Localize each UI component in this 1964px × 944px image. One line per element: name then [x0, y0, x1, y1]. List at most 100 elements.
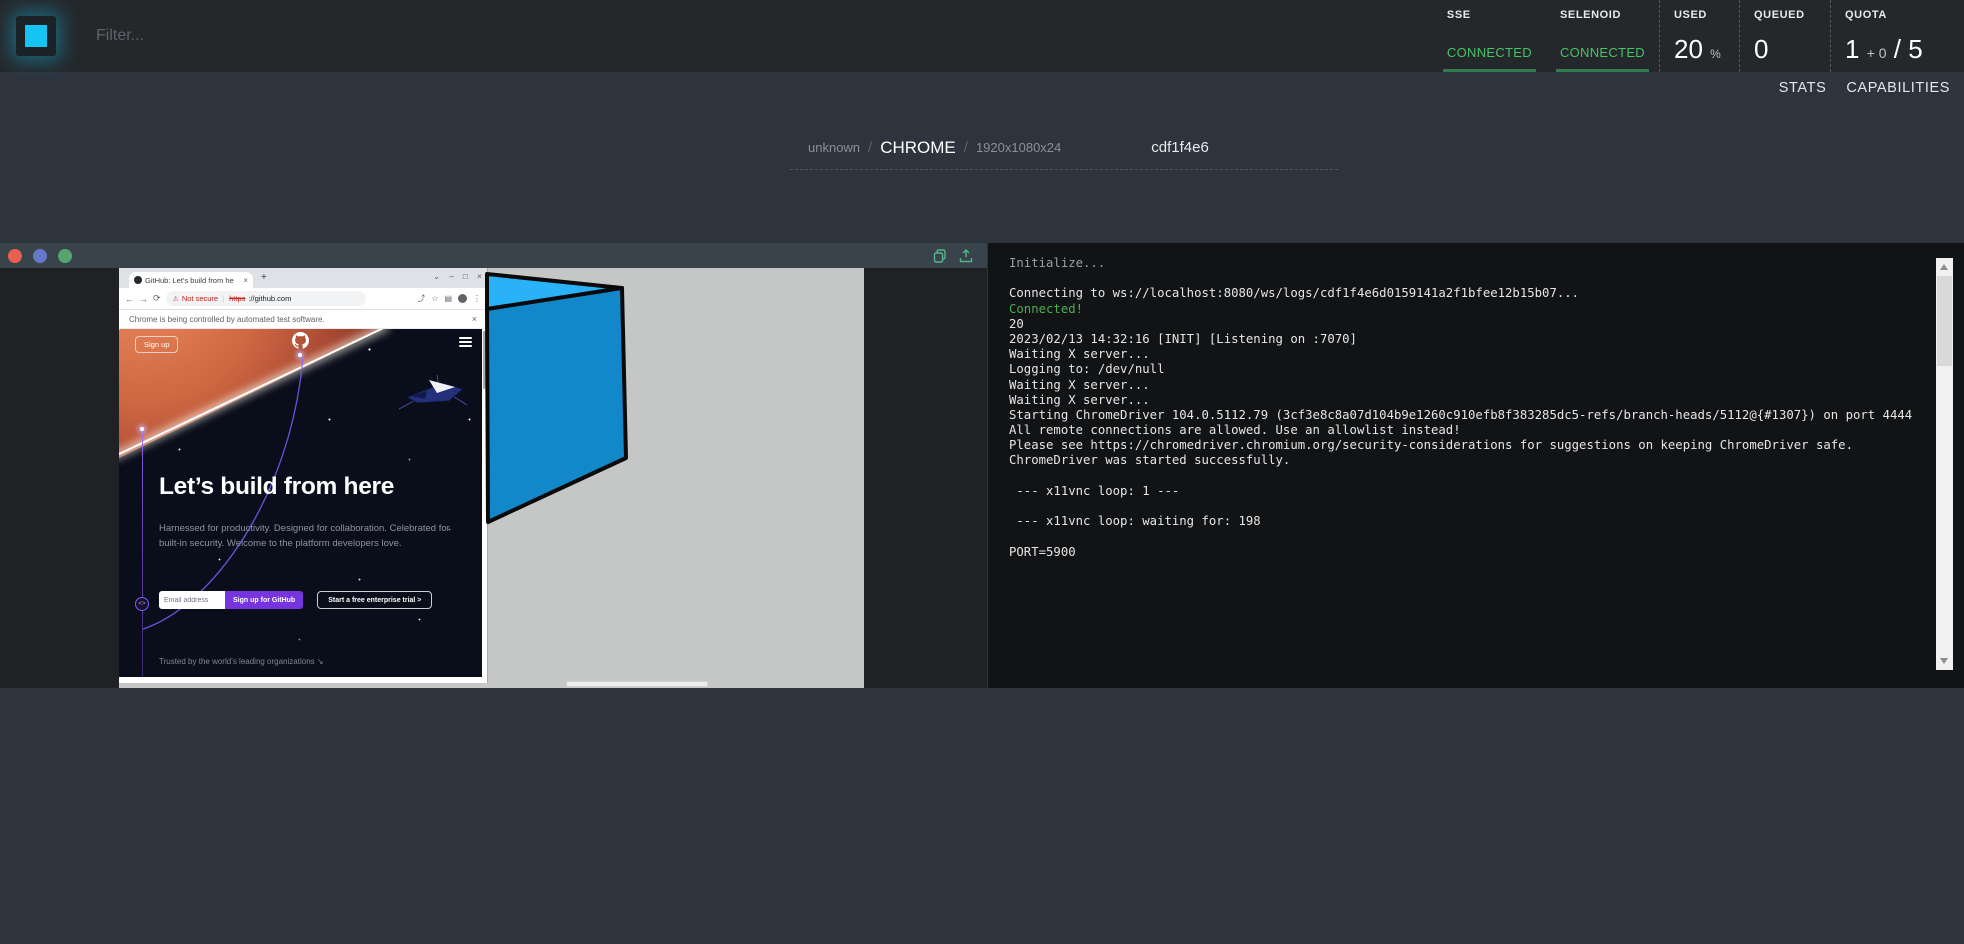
scroll-down-arrow-icon[interactable] [1940, 658, 1948, 664]
glow-dot [140, 427, 144, 431]
used-value: 20 % [1674, 36, 1725, 72]
url-divider [223, 295, 224, 303]
quota-value: 1 + 0 / 5 [1845, 36, 1950, 72]
github-logo-icon[interactable] [292, 332, 309, 349]
bookmark-star-icon[interactable]: ☆ [431, 294, 438, 303]
selenoid-logo[interactable] [16, 16, 56, 56]
session-resolution: 1920x1080x24 [976, 140, 1061, 155]
used-label: USED [1674, 9, 1725, 21]
view-tabs: STATS CAPABILITIES [1779, 80, 1950, 96]
github-hero: Sign up Let’s build from here Harnessed … [119, 329, 487, 680]
email-field[interactable] [159, 591, 225, 609]
log-line: All remote connections are allowed. Use … [1009, 423, 1924, 438]
close-dot-button[interactable] [8, 249, 22, 263]
quota-status: QUOTA 1 + 0 / 5 [1830, 0, 1964, 72]
log-line: Connecting to ws://localhost:8080/ws/log… [1009, 286, 1924, 301]
back-icon[interactable]: ← [125, 294, 134, 304]
log-line [1009, 529, 1924, 544]
reload-icon[interactable]: ⟳ [153, 293, 161, 304]
not-secure-warning-icon: ⚠ [173, 295, 179, 303]
side-panel-icon[interactable]: ▤ [444, 294, 452, 303]
signup-top-button[interactable]: Sign up [135, 336, 178, 353]
queued-status: QUEUED 0 [1739, 0, 1830, 72]
log-line: Connected! [1009, 302, 1924, 317]
selenoid-logo-square [25, 25, 47, 47]
chrome-tabbar: GitHub: Let’s build from he × + ⌄ – □ × [119, 268, 487, 288]
maximize-icon[interactable]: □ [463, 271, 468, 282]
purple-vertical-line [142, 429, 143, 677]
new-tab-button[interactable]: + [261, 273, 267, 283]
chrome-window: GitHub: Let’s build from he × + ⌄ – □ × … [119, 268, 487, 683]
enterprise-trial-button[interactable]: Start a free enterprise trial > [317, 591, 432, 609]
copy-icon[interactable] [933, 249, 947, 263]
url-scheme: https [229, 294, 245, 303]
sse-connected-underline [1443, 69, 1536, 72]
minimize-dot-button[interactable] [33, 249, 47, 263]
addressbar-icons: ⤴ ☆ ▤ ⋮ [417, 293, 481, 304]
log-scrollbar-thumb[interactable] [1937, 276, 1952, 366]
log-line: Please see https://chromedriver.chromium… [1009, 438, 1924, 453]
infobar-close-icon[interactable]: × [472, 314, 477, 324]
close-icon[interactable]: × [477, 271, 482, 282]
log-scrollbar[interactable] [1936, 258, 1953, 670]
session-log-panel: Initialize... Connecting to ws://localho… [988, 243, 1964, 688]
selenoid-label: SELENOID [1560, 9, 1645, 21]
tab-search-icon[interactable]: ⌄ [433, 271, 440, 282]
sse-status: SSE CONNECTED [1433, 0, 1546, 72]
log-line: Starting ChromeDriver 104.0.5112.79 (3cf… [1009, 408, 1924, 423]
browser-menu-icon[interactable]: ⋮ [473, 294, 481, 303]
desktop-status-strip [566, 681, 708, 687]
log-line: Waiting X server... [1009, 393, 1924, 408]
automation-infobar: Chrome is being controlled by automated … [119, 310, 487, 329]
infobar-text: Chrome is being controlled by automated … [129, 315, 472, 324]
vnc-titlebar [0, 243, 987, 268]
scroll-up-arrow-icon[interactable] [1940, 264, 1948, 270]
used-number: 20 [1674, 34, 1703, 64]
window-controls: ⌄ – □ × [433, 271, 482, 282]
tab-stats[interactable]: STATS [1779, 80, 1827, 96]
code-icon: <> [135, 597, 149, 611]
tab-capabilities[interactable]: CAPABILITIES [1846, 80, 1950, 96]
session-id: cdf1f4e6 [1151, 139, 1209, 156]
forward-icon[interactable]: → [139, 294, 148, 304]
glow-dot [298, 353, 302, 357]
hero-heading: Let’s build from here [159, 473, 394, 501]
log-line: Waiting X server... [1009, 347, 1924, 362]
session-row[interactable]: unknown / CHROME / 1920x1080x24 cdf1f4e6 [790, 126, 1338, 170]
profile-avatar[interactable] [458, 294, 467, 303]
log-line: 20 [1009, 317, 1924, 332]
signup-for-github-button[interactable]: Sign up for GitHub [225, 591, 303, 609]
hamburger-menu-icon[interactable] [459, 337, 472, 350]
quota-pending: + 0 [1867, 45, 1887, 61]
log-line: Waiting X server... [1009, 378, 1924, 393]
log-line: --- x11vnc loop: 1 --- [1009, 484, 1924, 499]
log-line: Initialize... [1009, 256, 1924, 271]
share-icon[interactable]: ⤴ [417, 293, 425, 304]
fullscreen-dot-button[interactable] [58, 249, 72, 263]
session-name: unknown [808, 140, 860, 155]
blue-3d-box-graphic [485, 269, 631, 527]
vnc-screen[interactable]: GitHub: Let’s build from he × + ⌄ – □ × … [119, 268, 864, 688]
upload-icon[interactable] [959, 249, 973, 263]
selenoid-status: SELENOID CONNECTED [1546, 0, 1659, 72]
minimize-icon[interactable]: – [449, 271, 454, 282]
log-line: PORT=5900 [1009, 545, 1924, 560]
url-host: ://github.com [248, 294, 291, 303]
filter-input[interactable] [96, 0, 516, 72]
browser-tab[interactable]: GitHub: Let’s build from he × [129, 272, 253, 288]
tab-close-icon[interactable]: × [243, 276, 248, 285]
quota-label: QUOTA [1845, 9, 1950, 21]
queued-label: QUEUED [1754, 9, 1816, 21]
log-output: Initialize... Connecting to ws://localho… [1009, 256, 1924, 560]
github-favicon [134, 276, 142, 284]
used-unit: % [1710, 47, 1721, 61]
log-line [1009, 271, 1924, 286]
selenoid-value: CONNECTED [1560, 45, 1645, 72]
not-secure-label: Not secure [182, 294, 218, 303]
sse-label: SSE [1447, 9, 1532, 21]
log-line: Logging to: /dev/null [1009, 362, 1924, 377]
sse-value: CONNECTED [1447, 45, 1532, 72]
url-omnibox[interactable]: ⚠ Not secure https://github.com [166, 291, 366, 306]
quota-total: / 5 [1894, 34, 1923, 64]
log-line [1009, 469, 1924, 484]
